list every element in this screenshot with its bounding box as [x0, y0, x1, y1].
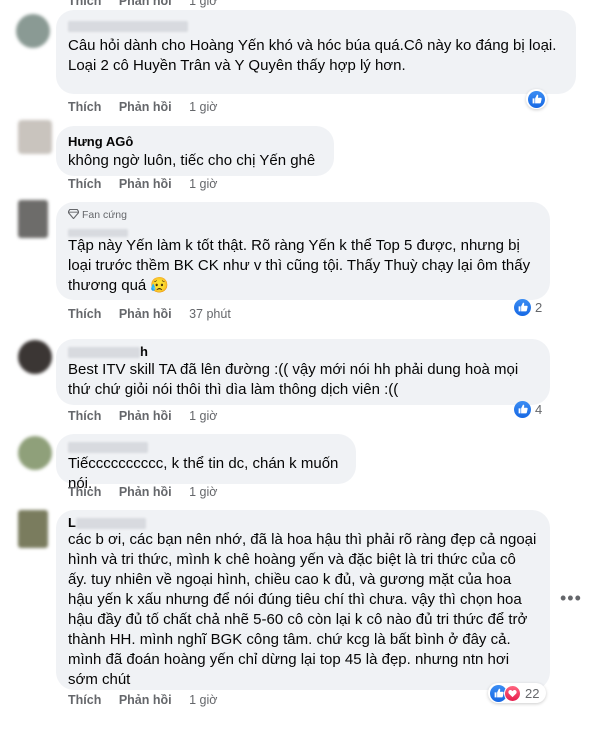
comment-bubble: h Best ITV skill TA đã lên đường :(( vậy… [56, 339, 550, 405]
avatar[interactable] [18, 436, 52, 470]
commenter-name[interactable] [68, 224, 538, 237]
commenter-name[interactable]: h [68, 344, 538, 360]
avatar[interactable] [18, 340, 52, 374]
reaction-summary[interactable]: 4 [512, 399, 548, 419]
reply-action[interactable]: Phản hồi [119, 177, 172, 191]
reply-action[interactable]: Phản hồi [119, 693, 172, 707]
comment-actions: Thích Phản hồi 1 giờ [68, 177, 217, 191]
heart-reaction-icon [504, 684, 521, 702]
reply-action[interactable]: Phản hồi [119, 307, 172, 321]
avatar[interactable] [18, 200, 48, 238]
timestamp: 1 giờ [189, 693, 218, 707]
comment-text: các b ơi, các bạn nên nhớ, đã là hoa hậu… [68, 531, 537, 688]
comment-text: Câu hỏi dành cho Hoàng Yến khó và hóc bú… [68, 37, 557, 74]
like-action[interactable]: Thích [68, 100, 101, 114]
commenter-name[interactable]: L [68, 515, 538, 530]
timestamp: 1 giờ [189, 100, 218, 114]
comment-actions: Thích Phản hồi 1 giờ [68, 100, 217, 114]
reaction-count: 22 [525, 685, 540, 701]
reaction-summary[interactable]: 22 [488, 683, 547, 703]
reply-action[interactable]: Phản hồi [119, 409, 172, 423]
like-reaction-icon [514, 400, 531, 418]
comment-bubble: L các b ơi, các bạn nên nhớ, đã là hoa h… [56, 510, 550, 690]
avatar[interactable] [18, 510, 48, 548]
reply-action[interactable]: Phản hồi [119, 0, 172, 8]
reply-action[interactable]: Phản hồi [119, 100, 172, 114]
like-action[interactable]: Thích [68, 0, 101, 8]
like-reaction-icon [514, 298, 531, 316]
like-action[interactable]: Thích [68, 485, 101, 499]
reaction-summary[interactable]: 2 [512, 297, 548, 317]
comment-bubble: Tiếcccccccccc, k thể tin dc, chán k muốn… [56, 434, 356, 492]
diamond-icon [67, 208, 80, 220]
like-action[interactable]: Thích [68, 307, 101, 321]
commenter-name[interactable] [68, 439, 344, 454]
comment-actions: Thích Phản hồi 1 giờ [68, 693, 217, 707]
comment-text: không ngờ luôn, tiếc cho chị Yến ghê [68, 152, 316, 169]
timestamp: 1 giờ [189, 485, 218, 499]
comment-text: Tập này Yến làm k tốt thật. Rõ ràng Yến … [68, 237, 531, 294]
avatar[interactable] [16, 14, 50, 48]
commenter-name[interactable]: Hưng AGô [68, 134, 322, 150]
like-action[interactable]: Thích [68, 693, 101, 707]
comment-actions: Thích Phản hồi 37 phút [68, 307, 231, 321]
reply-action[interactable]: Phản hồi [119, 485, 172, 499]
commenter-name[interactable] [68, 18, 564, 34]
reaction-summary[interactable] [526, 89, 547, 109]
comment-text: Best ITV skill TA đã lên đường :(( vậy m… [68, 361, 519, 398]
comment-bubble: Fan cứng Tập này Yến làm k tốt thật. Rõ … [56, 202, 550, 300]
timestamp: 1 giờ [189, 0, 218, 8]
reaction-count: 4 [535, 401, 543, 417]
avatar[interactable] [18, 120, 52, 154]
timestamp: 1 giờ [189, 177, 218, 191]
like-reaction-icon [528, 90, 545, 108]
comment-bubble: Câu hỏi dành cho Hoàng Yến khó và hóc bú… [56, 10, 576, 94]
comment-actions: Thích Phản hồi 1 giờ [68, 485, 217, 499]
timestamp: 1 giờ [189, 409, 218, 423]
like-action[interactable]: Thích [68, 177, 101, 191]
previous-comment-actions: Thích Phản hồi 1 giờ [68, 0, 217, 8]
more-options-button[interactable]: ••• [560, 588, 582, 609]
reaction-count: 2 [535, 299, 543, 315]
fan-badge: Fan cứng [67, 208, 538, 222]
comment-bubble: Hưng AGô không ngờ luôn, tiếc cho chị Yế… [56, 126, 334, 176]
timestamp: 37 phút [189, 307, 231, 321]
like-action[interactable]: Thích [68, 409, 101, 423]
comment-actions: Thích Phản hồi 1 giờ [68, 409, 217, 423]
